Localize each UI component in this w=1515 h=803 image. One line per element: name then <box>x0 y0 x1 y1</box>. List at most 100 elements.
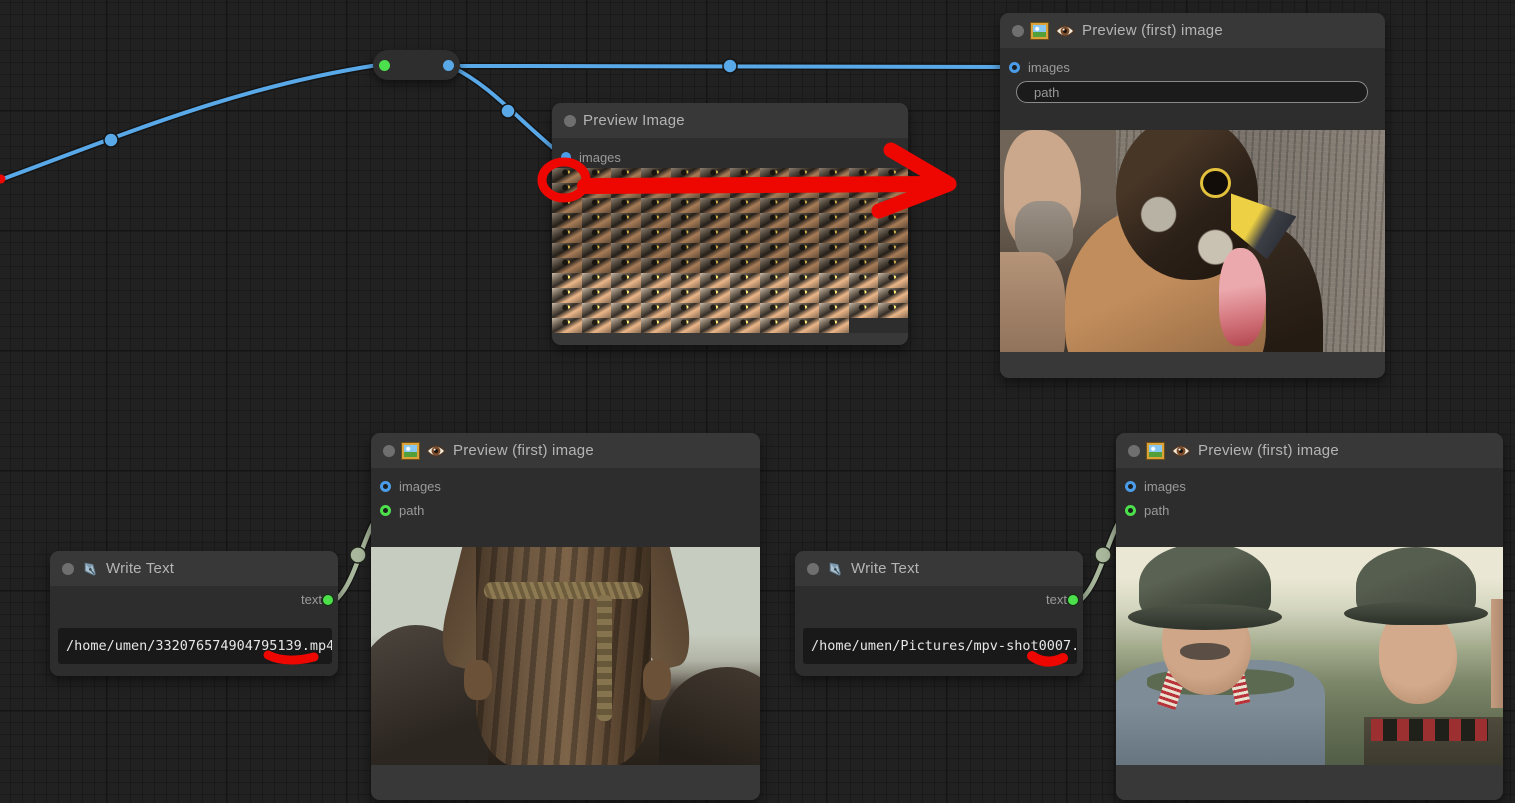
thumbnail-frame <box>700 243 730 258</box>
node-footer <box>1116 765 1503 800</box>
thumbnail-frame <box>849 168 879 183</box>
thumbnail-frame <box>582 273 612 288</box>
thumbnail-frame <box>789 228 819 243</box>
thumbnail-frame <box>611 318 641 333</box>
text-output-port[interactable] <box>322 594 334 606</box>
node-write-text-right[interactable]: Write Text text /home/umen/Pictures/mpv-… <box>795 551 1083 676</box>
thumbnail-frame <box>700 273 730 288</box>
collapsed-node[interactable] <box>373 50 460 80</box>
link-outline <box>452 66 1007 67</box>
link-midpoint-dot[interactable] <box>1095 547 1111 563</box>
node-title: Preview (first) image <box>1198 442 1339 459</box>
path-input-port[interactable] <box>380 505 391 516</box>
thumbnail-frame <box>700 168 730 183</box>
thumbnail-frame <box>849 288 879 303</box>
thumbnail-frame <box>582 288 612 303</box>
images-input-port[interactable] <box>380 481 391 492</box>
node-footer <box>1000 352 1385 378</box>
thumbnail-frame <box>730 258 760 273</box>
soldiers-photo <box>1116 547 1503 765</box>
port-label: images <box>1144 479 1186 494</box>
images-input-port[interactable] <box>1125 481 1136 492</box>
text-output-port[interactable] <box>1067 594 1079 606</box>
thumbnail-frame <box>641 258 671 273</box>
output-label: text <box>301 592 322 607</box>
thumbnail-frame <box>582 198 612 213</box>
thumbnail-frame <box>760 168 790 183</box>
link-midpoint-dot[interactable] <box>104 133 118 147</box>
pill-output-port[interactable] <box>443 60 454 71</box>
link-outline <box>0 65 378 180</box>
thumbnail-frame <box>611 198 641 213</box>
path-input-port[interactable] <box>1125 505 1136 516</box>
thumbnail-frame <box>671 213 701 228</box>
collapse-dot[interactable] <box>807 563 819 575</box>
node-header[interactable]: Preview (first) image <box>371 433 760 468</box>
thumbnail-frame <box>552 258 582 273</box>
thumbnail-frame <box>700 288 730 303</box>
text-value-widget[interactable]: /home/umen/Pictures/mpv-shot0007.jpg <box>803 628 1077 664</box>
images-input-port[interactable] <box>1009 62 1020 73</box>
node-editor-canvas[interactable]: { "colors": { "canvas-bg": "#212121", "g… <box>0 0 1515 803</box>
thumbnail-frame <box>819 213 849 228</box>
thumbnail-frame <box>552 168 582 183</box>
thumbnail-frame <box>730 303 760 318</box>
node-header[interactable]: Preview Image <box>552 103 908 138</box>
falcon-photo <box>1000 130 1385 365</box>
thumbnail-frame <box>760 288 790 303</box>
path-text-widget[interactable]: path <box>1016 81 1368 103</box>
thumbnail-frame <box>819 318 849 333</box>
thumbnail-frame <box>552 318 582 333</box>
thumbnail-frame <box>849 228 879 243</box>
thumbnail-frame <box>611 303 641 318</box>
thumbnail-frame <box>789 303 819 318</box>
node-title: Preview Image <box>583 112 685 129</box>
thumbnail-frame <box>611 273 641 288</box>
pill-input-port[interactable] <box>379 60 390 71</box>
thumbnail-frame <box>671 228 701 243</box>
link-midpoint-dot[interactable] <box>723 59 737 73</box>
thumbnail-frame <box>582 303 612 318</box>
node-preview-first-top[interactable]: Preview (first) image images path <box>1000 13 1385 378</box>
node-header[interactable]: Write Text <box>795 551 1083 586</box>
collapse-dot[interactable] <box>62 563 74 575</box>
input-row-images: images <box>1000 55 1385 79</box>
thumbnail-frame <box>700 318 730 333</box>
soldier-collar <box>1371 719 1487 741</box>
collapse-dot[interactable] <box>1128 445 1140 457</box>
thumbnail-frame <box>878 273 908 288</box>
thumbnail-frame <box>878 198 908 213</box>
thumbnail-frame <box>700 198 730 213</box>
thumbnail-frame <box>760 183 790 198</box>
node-footer <box>552 333 908 345</box>
thumbnail-frame <box>849 243 879 258</box>
node-preview-first-right[interactable]: Preview (first) image images path <box>1116 433 1503 800</box>
collapse-dot[interactable] <box>564 115 576 127</box>
preview-image-output <box>1116 547 1503 765</box>
thumbnail-frame <box>730 168 760 183</box>
thumbnail-frame <box>611 183 641 198</box>
thumbnail-frame <box>641 288 671 303</box>
thumbnail-frame <box>700 213 730 228</box>
thumbnail-frame <box>760 258 790 273</box>
node-title: Preview (first) image <box>453 442 594 459</box>
node-header[interactable]: Preview (first) image <box>1000 13 1385 48</box>
thumbnail-frame <box>819 303 849 318</box>
thumbnail-frame <box>878 288 908 303</box>
officer-helmet-brim <box>1128 604 1283 630</box>
link-midpoint-dot[interactable] <box>501 104 515 118</box>
node-preview-first-mid[interactable]: Preview (first) image images path <box>371 433 760 800</box>
node-preview-image[interactable]: Preview Image images <box>552 103 908 345</box>
node-write-text-left[interactable]: Write Text text /home/umen/3320765749047… <box>50 551 338 676</box>
thumbnail-frame <box>671 198 701 213</box>
text-value-widget[interactable]: /home/umen/332076574904795139.mp4 <box>58 628 332 664</box>
thumbnail-frame <box>819 228 849 243</box>
node-header[interactable]: Preview (first) image <box>1116 433 1503 468</box>
collapse-dot[interactable] <box>1012 25 1024 37</box>
node-header[interactable]: Write Text <box>50 551 338 586</box>
link-endpoint-red <box>0 175 6 184</box>
images-input-port[interactable] <box>561 152 571 162</box>
link-midpoint-dot[interactable] <box>350 547 366 563</box>
thumbnail-frame <box>789 288 819 303</box>
collapse-dot[interactable] <box>383 445 395 457</box>
